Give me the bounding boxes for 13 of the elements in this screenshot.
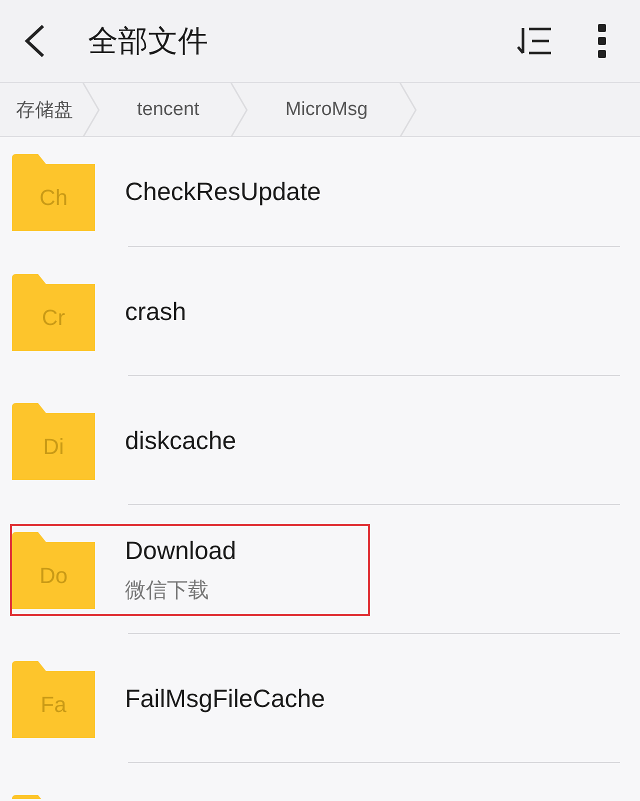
page-title: 全部文件 (88, 22, 209, 60)
folder-name: crash (125, 298, 186, 326)
breadcrumb-item[interactable]: MicroMsg (249, 98, 398, 120)
folder-name: Download (125, 536, 236, 566)
sort-icon[interactable] (517, 26, 553, 56)
folder-name: diskcache (125, 426, 236, 456)
folder-description: 微信下载 (125, 576, 210, 604)
back-icon[interactable] (24, 24, 46, 58)
breadcrumb-item[interactable]: tencent (101, 98, 230, 120)
breadcrumb-item[interactable]: 存储盘 (0, 96, 81, 122)
more-icon[interactable] (597, 24, 607, 58)
folder-name: FailMsgFileCache (125, 684, 326, 714)
folder-name: CheckResUpdate (125, 178, 321, 206)
